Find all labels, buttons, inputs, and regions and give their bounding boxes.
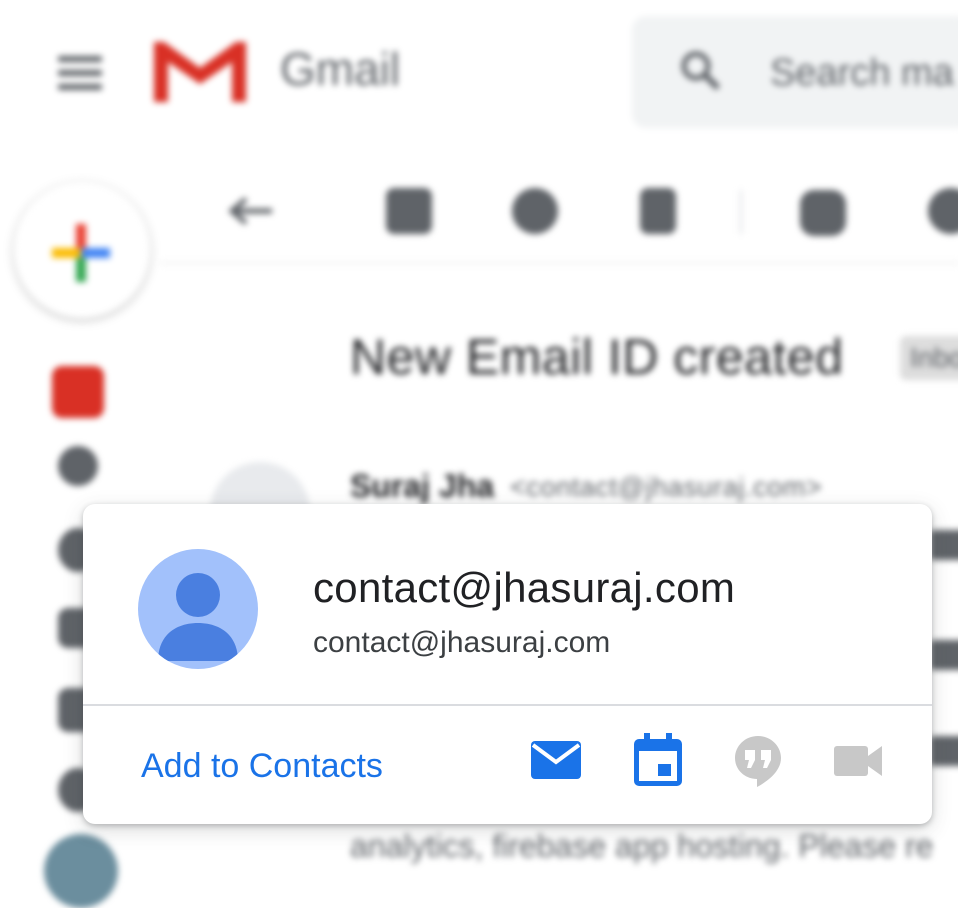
gmail-header: Gmail Search ma (0, 0, 958, 150)
calendar-icon (634, 733, 682, 786)
sender-name[interactable]: Suraj Jha (350, 468, 494, 505)
compose-plus-icon (52, 224, 110, 282)
delete-icon[interactable] (640, 188, 676, 234)
search-icon[interactable] (678, 48, 722, 92)
back-arrow-icon[interactable] (226, 196, 274, 226)
search-input[interactable]: Search ma (770, 52, 954, 95)
main-menu-icon[interactable] (58, 56, 102, 90)
email-meta-fragment (930, 640, 958, 670)
video-call-icon (834, 746, 882, 776)
toolbar-divider-line (160, 262, 958, 264)
schedule-event-button[interactable] (630, 732, 686, 788)
contact-avatar (138, 549, 258, 669)
snooze-icon[interactable] (928, 188, 958, 234)
contact-hover-card: contact@jhasuraj.com contact@jhasuraj.co… (83, 504, 932, 824)
toolbar-divider (740, 190, 742, 234)
email-subject: New Email ID created (350, 329, 844, 385)
sender-email[interactable]: <contact@jhasuraj.com> (510, 472, 822, 503)
gmail-wordmark: Gmail (280, 43, 401, 95)
send-email-button[interactable] (528, 732, 584, 788)
hangouts-icon (735, 736, 781, 787)
report-spam-icon[interactable] (512, 188, 558, 234)
email-meta-fragment (930, 736, 958, 766)
sidebar-inbox-icon[interactable] (52, 366, 104, 418)
mark-unread-icon[interactable] (800, 190, 846, 236)
email-body-snippet: analytics, firebase app hosting. Please … (350, 828, 934, 864)
contact-email: contact@jhasuraj.com (313, 626, 611, 659)
mail-icon (531, 741, 581, 779)
gmail-logo-icon (154, 42, 246, 102)
add-to-contacts-button[interactable]: Add to Contacts (141, 747, 383, 786)
contact-display-name: contact@jhasuraj.com (313, 564, 736, 611)
card-divider (83, 704, 932, 706)
user-avatar[interactable] (44, 834, 118, 908)
archive-icon[interactable] (386, 188, 432, 234)
video-call-button[interactable] (830, 732, 886, 788)
sidebar-starred-icon[interactable] (58, 446, 98, 486)
person-icon (158, 573, 238, 661)
inbox-label-chip[interactable]: Inbo (900, 336, 958, 380)
inbox-label-text: Inbo (910, 342, 958, 373)
email-meta-fragment (930, 530, 958, 560)
hangouts-chat-button[interactable] (730, 732, 786, 788)
